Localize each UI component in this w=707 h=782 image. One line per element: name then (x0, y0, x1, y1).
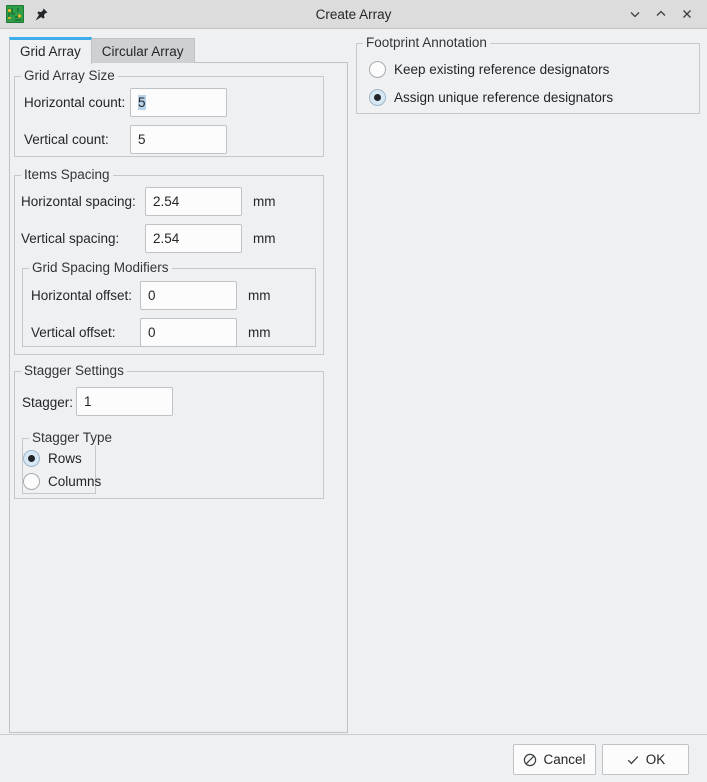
stagger-type-legend: Stagger Type (29, 430, 116, 445)
maximize-button[interactable] (649, 2, 673, 26)
ok-button[interactable]: OK (602, 744, 689, 775)
vertical-count-value: 5 (138, 132, 146, 147)
window-controls (623, 0, 707, 28)
horizontal-count-input[interactable]: 5 (130, 88, 227, 117)
vertical-spacing-input[interactable]: 2.54 (145, 224, 242, 253)
items-spacing-legend: Items Spacing (21, 167, 113, 182)
vertical-offset-input[interactable]: 0 (140, 318, 237, 347)
footprint-annotation-keep-label: Keep existing reference designators (394, 62, 610, 77)
stagger-type-columns-label: Columns (48, 474, 102, 489)
horizontal-offset-unit: mm (248, 288, 271, 303)
stagger-settings-legend: Stagger Settings (21, 363, 127, 378)
pushpin-icon[interactable] (32, 5, 50, 23)
radio-rows-icon[interactable] (23, 450, 40, 467)
no-entry-icon (523, 753, 537, 767)
footprint-annotation-option-assign[interactable]: Assign unique reference designators (369, 89, 613, 106)
horizontal-spacing-label: Horizontal spacing: (21, 194, 136, 209)
cancel-button[interactable]: Cancel (513, 744, 596, 775)
stagger-type-rows-label: Rows (48, 451, 82, 466)
footprint-annotation-option-keep[interactable]: Keep existing reference designators (369, 61, 609, 78)
vertical-count-label: Vertical count: (24, 132, 109, 147)
tab-grid-array-label: Grid Array (20, 43, 81, 59)
vertical-offset-label: Vertical offset: (31, 325, 116, 340)
vertical-spacing-value: 2.54 (153, 231, 180, 246)
vertical-offset-unit: mm (248, 325, 271, 340)
horizontal-spacing-unit: mm (253, 194, 276, 209)
vertical-spacing-label: Vertical spacing: (21, 231, 120, 246)
kicad-pcb-icon (6, 5, 24, 23)
stagger-input[interactable]: 1 (76, 387, 173, 416)
radio-keep-existing-icon[interactable] (369, 61, 386, 78)
stagger-type-option-columns[interactable]: Columns (23, 473, 101, 490)
horizontal-count-value: 5 (138, 95, 146, 110)
close-button[interactable] (675, 2, 699, 26)
cancel-button-label: Cancel (543, 752, 586, 767)
grid-array-size-legend: Grid Array Size (21, 68, 118, 83)
stagger-type-option-rows[interactable]: Rows (23, 450, 82, 467)
vertical-offset-value: 0 (148, 325, 156, 340)
footprint-annotation-legend: Footprint Annotation (363, 35, 490, 50)
ok-button-label: OK (645, 752, 666, 767)
titlebar: Create Array (0, 0, 707, 29)
window-title: Create Array (315, 6, 392, 22)
horizontal-offset-label: Horizontal offset: (31, 288, 133, 303)
stagger-label: Stagger: (22, 395, 74, 410)
radio-assign-unique-icon[interactable] (369, 89, 386, 106)
footprint-annotation-assign-label: Assign unique reference designators (394, 90, 614, 105)
checkmark-icon (626, 753, 640, 767)
minimize-button[interactable] (623, 2, 647, 26)
horizontal-offset-input[interactable]: 0 (140, 281, 237, 310)
dialog-button-bar (0, 734, 707, 782)
radio-columns-icon[interactable] (23, 473, 40, 490)
horizontal-spacing-value: 2.54 (153, 194, 180, 209)
vertical-spacing-unit: mm (253, 231, 276, 246)
horizontal-count-label: Horizontal count: (24, 95, 126, 110)
horizontal-spacing-input[interactable]: 2.54 (145, 187, 242, 216)
stagger-value: 1 (84, 394, 92, 409)
tab-grid-array[interactable]: Grid Array (9, 37, 92, 64)
tab-bar: Grid Array Circular Array (9, 36, 348, 64)
tab-circular-array-label: Circular Array (101, 43, 184, 59)
tab-circular-array[interactable]: Circular Array (91, 38, 195, 63)
vertical-count-input[interactable]: 5 (130, 125, 227, 154)
grid-spacing-modifiers-legend: Grid Spacing Modifiers (29, 260, 172, 275)
horizontal-offset-value: 0 (148, 288, 156, 303)
